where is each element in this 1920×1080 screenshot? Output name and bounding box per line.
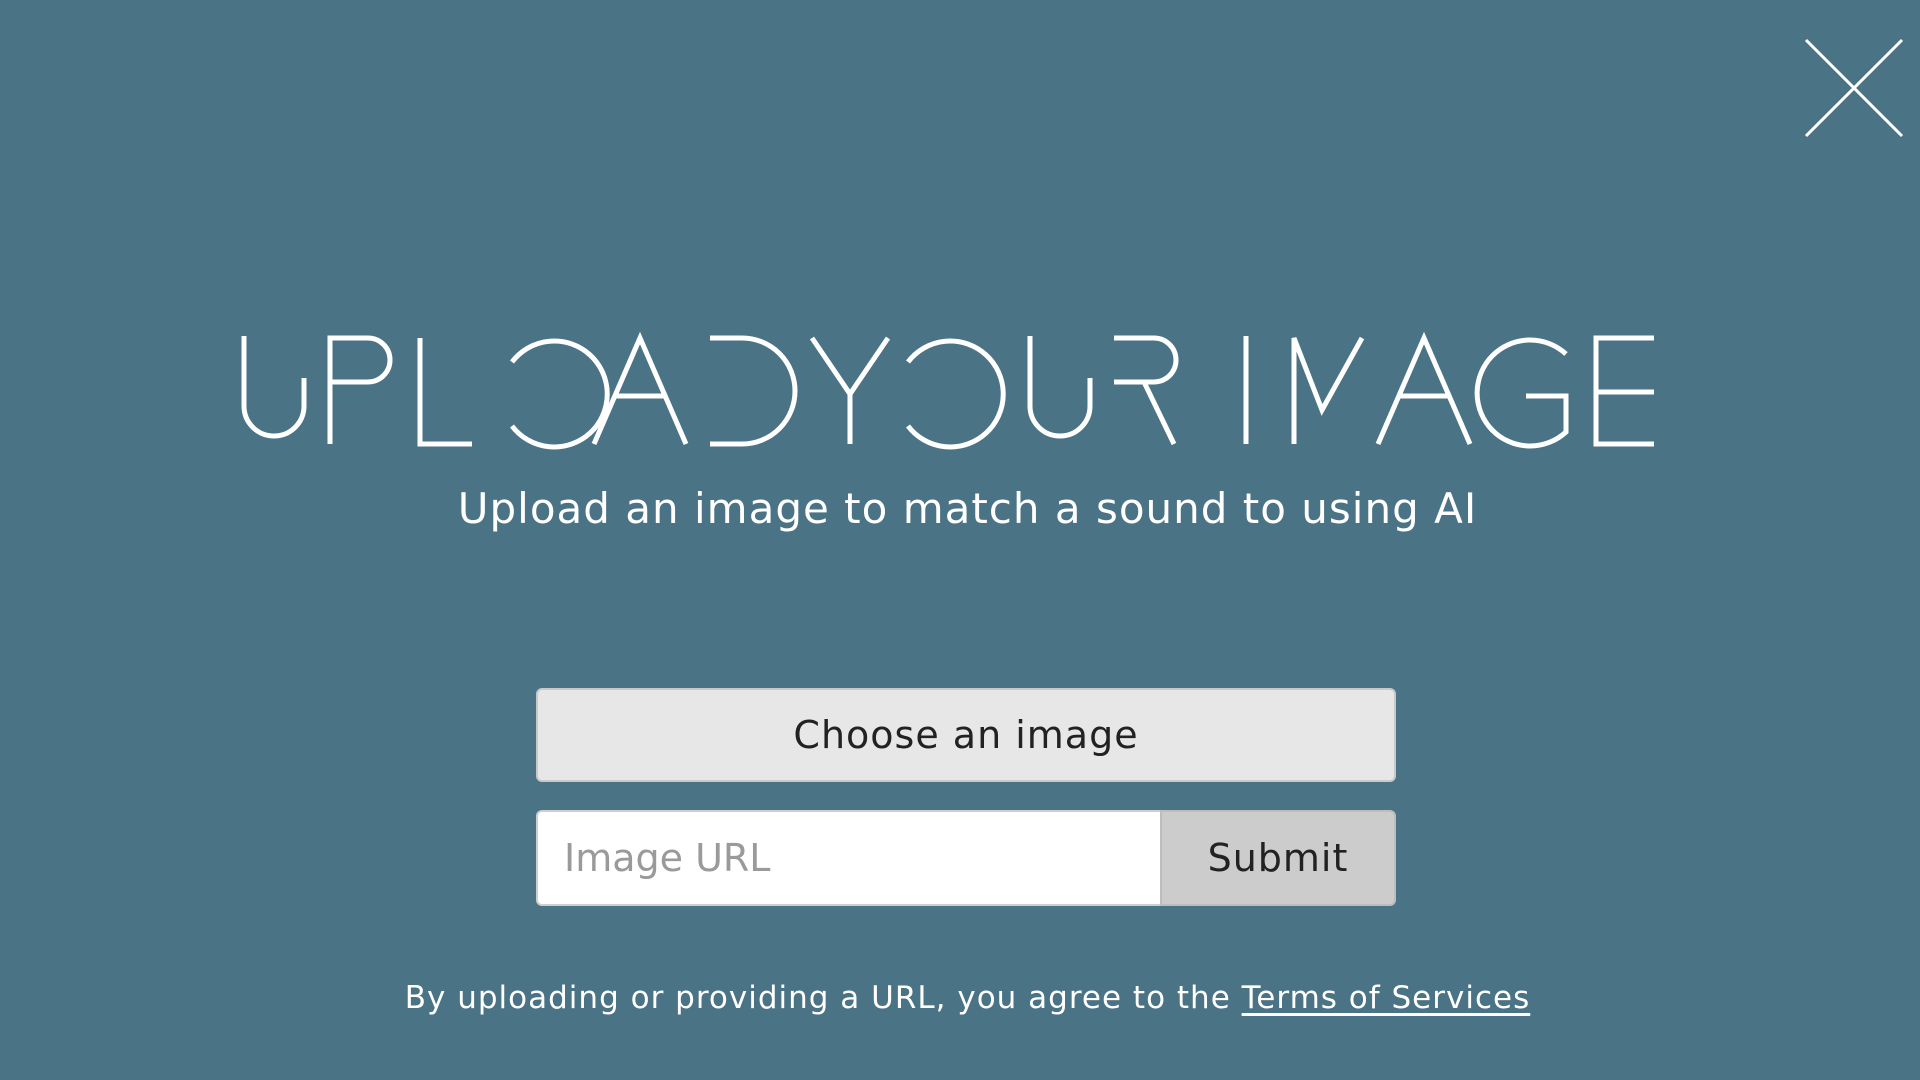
- page-title-graphic: [241, 331, 1654, 450]
- terms-notice: By uploading or providing a URL, you agr…: [0, 980, 1920, 1016]
- terms-text: By uploading or providing a URL, you agr…: [404, 980, 1242, 1016]
- close-button[interactable]: [1804, 38, 1904, 138]
- page-subtitle: Upload an image to match a sound to usin…: [457, 484, 1478, 533]
- close-icon: [1804, 38, 1904, 138]
- submit-button[interactable]: Submit: [1160, 810, 1396, 906]
- terms-of-services-link[interactable]: Terms of Services: [1242, 980, 1531, 1016]
- page-title: [0, 300, 1920, 454]
- choose-image-button[interactable]: Choose an image: [536, 688, 1396, 782]
- image-url-input[interactable]: [536, 810, 1160, 906]
- image-url-form: Submit: [536, 810, 1396, 906]
